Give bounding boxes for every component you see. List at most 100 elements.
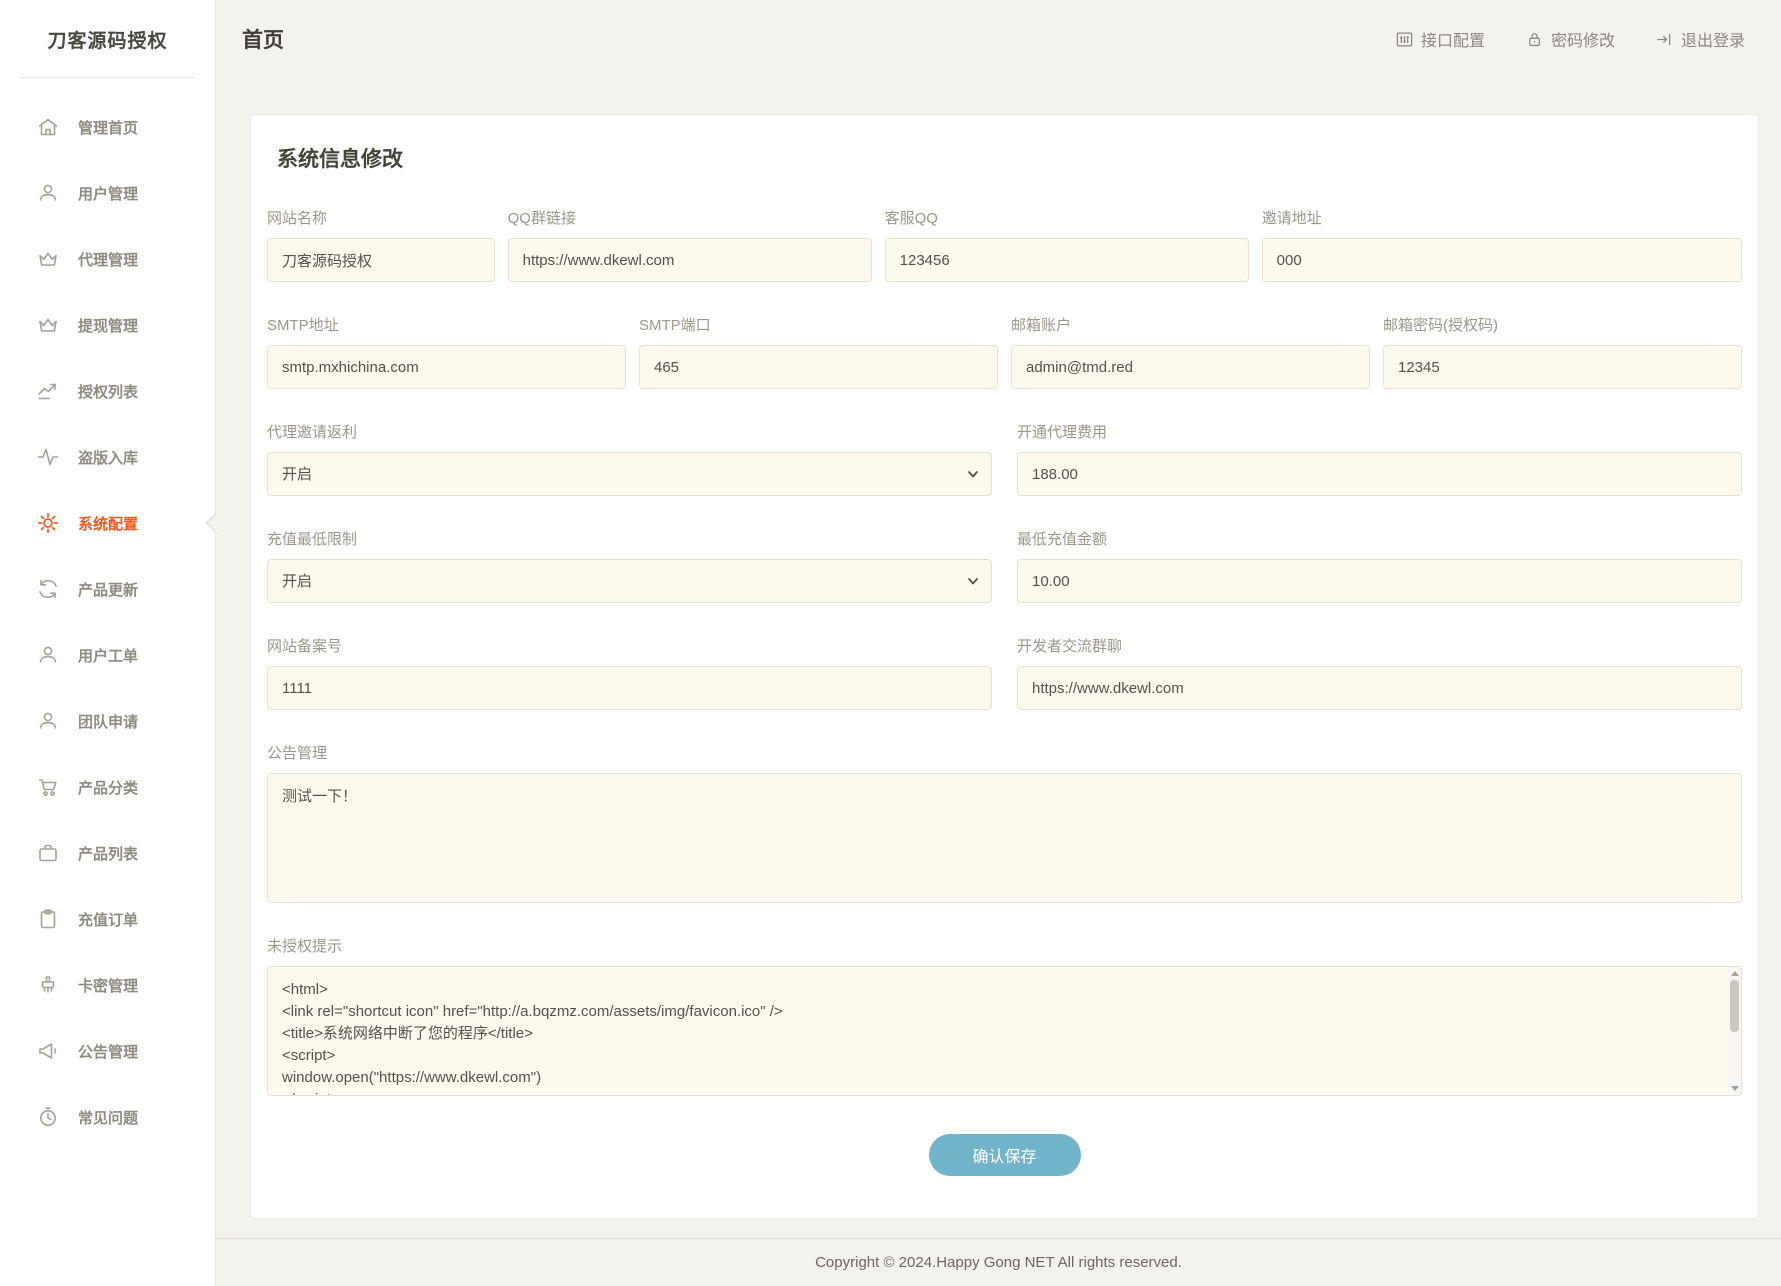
smtp-host-label: SMTP地址 — [267, 314, 626, 335]
api-config-icon — [1395, 30, 1414, 49]
email-account-label: 邮箱账户 — [1011, 314, 1370, 335]
smtp-port-label: SMTP端口 — [639, 314, 998, 335]
qq-group-link-group: QQ群链接 — [508, 207, 872, 282]
unauthorized-tip-label: 未授权提示 — [267, 935, 1742, 956]
logout-button[interactable]: 退出登录 — [1655, 27, 1745, 51]
form-row-icp: 网站备案号 开发者交流群聊 — [267, 635, 1742, 710]
invite-address-group: 邀请地址 — [1262, 207, 1742, 282]
cart-icon — [36, 775, 60, 799]
dev-chat-group-input[interactable] — [1017, 666, 1742, 710]
sidebar-item-label: 团队申请 — [78, 711, 138, 732]
icp-number-label: 网站备案号 — [267, 635, 992, 656]
copyright-text: Copyright © 2024.Happy Gong NET All righ… — [815, 1254, 1182, 1271]
logout-icon — [1655, 30, 1674, 49]
sidebar-item-product-list[interactable]: 产品列表 — [0, 820, 215, 886]
scroll-up-arrow-icon[interactable] — [1731, 971, 1739, 976]
topbar-actions: 接口配置 密码修改 退出登录 — [1395, 27, 1745, 51]
sidebar-item-label: 用户工单 — [78, 645, 138, 666]
form-row-recharge: 充值最低限制 开启 最低充值金额 — [267, 528, 1742, 603]
sidebar-item-label: 卡密管理 — [78, 975, 138, 996]
sidebar-item-agent-management[interactable]: 代理管理 — [0, 226, 215, 292]
recharge-limit-label: 充值最低限制 — [267, 528, 992, 549]
dev-chat-group-label: 开发者交流群聊 — [1017, 635, 1742, 656]
sidebar: 刀客源码授权 管理首页 用户管理 代理管理 — [0, 0, 216, 1286]
min-recharge-input[interactable] — [1017, 559, 1742, 603]
smtp-host-input[interactable] — [267, 345, 626, 389]
brush-icon — [36, 973, 60, 997]
clipboard-icon — [36, 907, 60, 931]
sidebar-item-label: 盗版入库 — [78, 447, 138, 468]
save-button[interactable]: 确认保存 — [929, 1134, 1081, 1176]
site-name-label: 网站名称 — [267, 207, 495, 228]
announcement-group: 公告管理 测试一下！ — [267, 742, 1742, 903]
dev-chat-group-group: 开发者交流群聊 — [1017, 635, 1742, 710]
email-password-group: 邮箱密码(授权码) — [1383, 314, 1742, 389]
announcement-textarea[interactable]: 测试一下！ — [267, 773, 1742, 903]
email-account-input[interactable] — [1011, 345, 1370, 389]
card-title: 系统信息修改 — [267, 135, 1742, 175]
site-name-group: 网站名称 — [267, 207, 495, 282]
content-area: 系统信息修改 网站名称 QQ群链接 客服QQ — [216, 78, 1781, 1238]
agent-fee-input[interactable] — [1017, 452, 1742, 496]
recharge-limit-select[interactable]: 开启 — [267, 559, 992, 603]
icp-number-input[interactable] — [267, 666, 992, 710]
form-row-agent: 代理邀请返利 开启 开通代理费用 — [267, 421, 1742, 496]
smtp-port-group: SMTP端口 — [639, 314, 998, 389]
invite-address-input[interactable] — [1262, 238, 1742, 282]
agent-fee-group: 开通代理费用 — [1017, 421, 1742, 496]
textarea-scrollbar[interactable] — [1728, 967, 1741, 1095]
sidebar-item-user-tickets[interactable]: 用户工单 — [0, 622, 215, 688]
sidebar-item-system-config[interactable]: 系统配置 — [0, 490, 215, 556]
smtp-port-input[interactable] — [639, 345, 998, 389]
change-password-button[interactable]: 密码修改 — [1525, 27, 1615, 51]
agent-rebate-select[interactable]: 开启 — [267, 452, 992, 496]
app-window: 刀客源码授权 管理首页 用户管理 代理管理 — [0, 0, 1781, 1286]
scrollbar-thumb[interactable] — [1730, 980, 1739, 1032]
invite-address-label: 邀请地址 — [1262, 207, 1742, 228]
api-config-label: 接口配置 — [1421, 27, 1485, 51]
activity-icon — [36, 445, 60, 469]
qq-group-link-input[interactable] — [508, 238, 872, 282]
agent-fee-label: 开通代理费用 — [1017, 421, 1742, 442]
sidebar-item-recharge-orders[interactable]: 充值订单 — [0, 886, 215, 952]
user-icon — [36, 709, 60, 733]
service-qq-label: 客服QQ — [885, 207, 1249, 228]
agent-rebate-group: 代理邀请返利 开启 — [267, 421, 992, 496]
recharge-limit-group: 充值最低限制 开启 — [267, 528, 992, 603]
sidebar-item-withdraw-management[interactable]: 提现管理 — [0, 292, 215, 358]
site-name-input[interactable] — [267, 238, 495, 282]
email-password-label: 邮箱密码(授权码) — [1383, 314, 1742, 335]
email-password-input[interactable] — [1383, 345, 1742, 389]
sidebar-item-user-management[interactable]: 用户管理 — [0, 160, 215, 226]
crown-icon — [36, 313, 60, 337]
logout-label: 退出登录 — [1681, 27, 1745, 51]
sidebar-item-product-category[interactable]: 产品分类 — [0, 754, 215, 820]
scroll-down-arrow-icon[interactable] — [1731, 1086, 1739, 1091]
topbar: 首页 接口配置 密码修改 — [216, 0, 1781, 78]
min-recharge-group: 最低充值金额 — [1017, 528, 1742, 603]
megaphone-icon — [36, 1039, 60, 1063]
sidebar-item-piracy-intake[interactable]: 盗版入库 — [0, 424, 215, 490]
sidebar-item-label: 常见问题 — [78, 1107, 138, 1128]
sidebar-item-label: 管理首页 — [78, 117, 138, 138]
app-logo: 刀客源码授权 — [0, 0, 215, 77]
sidebar-item-card-key-management[interactable]: 卡密管理 — [0, 952, 215, 1018]
unauthorized-tip-textarea[interactable]: <html> <link rel="shortcut icon" href="h… — [267, 966, 1742, 1096]
service-qq-group: 客服QQ — [885, 207, 1249, 282]
sidebar-item-label: 产品列表 — [78, 843, 138, 864]
sidebar-item-label: 授权列表 — [78, 381, 138, 402]
refresh-icon — [36, 577, 60, 601]
sidebar-item-label: 代理管理 — [78, 249, 138, 270]
sidebar-item-faq[interactable]: 常见问题 — [0, 1084, 215, 1150]
system-info-card: 系统信息修改 网站名称 QQ群链接 客服QQ — [250, 114, 1759, 1219]
sidebar-item-license-list[interactable]: 授权列表 — [0, 358, 215, 424]
api-config-button[interactable]: 接口配置 — [1395, 27, 1485, 51]
lock-icon — [1525, 30, 1544, 49]
sidebar-item-announcement-management[interactable]: 公告管理 — [0, 1018, 215, 1084]
sidebar-item-admin-home[interactable]: 管理首页 — [0, 94, 215, 160]
gear-icon — [36, 511, 60, 535]
sidebar-item-label: 公告管理 — [78, 1041, 138, 1062]
service-qq-input[interactable] — [885, 238, 1249, 282]
sidebar-item-product-update[interactable]: 产品更新 — [0, 556, 215, 622]
sidebar-item-team-application[interactable]: 团队申请 — [0, 688, 215, 754]
